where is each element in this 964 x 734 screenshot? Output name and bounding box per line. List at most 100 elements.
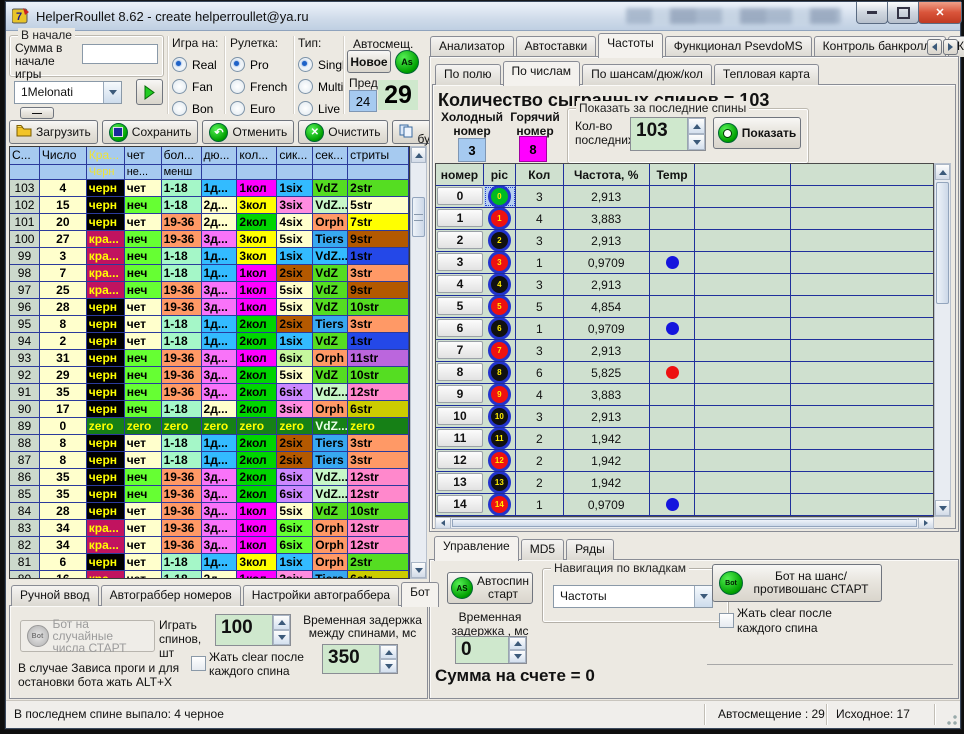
tabs-scroll-left-button[interactable] bbox=[927, 39, 942, 55]
freq-pic-cell[interactable]: 12 bbox=[484, 450, 516, 471]
scroll-thumb[interactable] bbox=[452, 519, 917, 527]
dropdown-arrow[interactable] bbox=[694, 586, 712, 607]
scroll-thumb[interactable] bbox=[412, 197, 425, 237]
radio-option-pro[interactable]: Pro bbox=[230, 57, 292, 72]
table-row[interactable]: 8428чернчет19-363д...1кол5sixVdZ10str bbox=[10, 503, 409, 520]
freq-number-cell[interactable]: 14 bbox=[437, 495, 483, 513]
freq-number-cell[interactable]: 9 bbox=[437, 385, 483, 403]
table-row[interactable]: 8016кра...чет1-182д...1кол3sixTiers6str bbox=[10, 571, 409, 579]
freq-row[interactable]: 101032,913 bbox=[436, 406, 933, 428]
toolbar-button-3[interactable]: ✕Очистить bbox=[298, 120, 387, 144]
column-header-color[interactable]: Кра... bbox=[87, 147, 125, 165]
resize-grip[interactable] bbox=[947, 715, 957, 725]
title-bar[interactable]: 7 HelperRoullet 8.62 - create helperroul… bbox=[6, 2, 960, 31]
column-header-dozen[interactable]: дю... bbox=[202, 147, 238, 165]
tab-main-2[interactable]: Частоты bbox=[598, 33, 663, 58]
table-row[interactable]: 816чернчет1-181д...3кол1sixOrph2str bbox=[10, 554, 409, 571]
freq-row[interactable]: 131321,942 bbox=[436, 472, 933, 494]
table-row[interactable]: 888чернчет1-181д...2кол2sixTiers3str bbox=[10, 435, 409, 452]
freq-row[interactable]: 141410,9709 bbox=[436, 494, 933, 516]
count-last-stepper[interactable]: 103 bbox=[630, 117, 706, 151]
freq-number-cell[interactable]: 5 bbox=[437, 297, 483, 315]
freq-number-cell[interactable]: 3 bbox=[437, 253, 483, 271]
autoshift-new-button[interactable]: Новое bbox=[347, 50, 391, 73]
column-header-column[interactable]: кол... bbox=[237, 147, 277, 165]
tab-input-3[interactable]: Бот bbox=[401, 582, 439, 607]
dash-button[interactable]: — bbox=[20, 107, 54, 119]
tabs-scroll-right-button[interactable] bbox=[943, 39, 958, 55]
freq-number-cell[interactable]: 11 bbox=[437, 429, 483, 447]
freq-pic-cell[interactable]: 3 bbox=[484, 252, 516, 273]
preset-combobox[interactable]: 1Melonati bbox=[14, 81, 122, 104]
tab-freq-1[interactable]: По числам bbox=[503, 61, 581, 86]
tab-control-1[interactable]: MD5 bbox=[521, 539, 564, 560]
table-row[interactable]: 993кра...неч1-181д...3кол1sixVdZ...1str bbox=[10, 248, 409, 265]
autospin-start-button[interactable]: AS Автоспин старт bbox=[447, 572, 533, 604]
freq-pic-cell[interactable]: 10 bbox=[484, 406, 516, 427]
delay-stepper[interactable]: 0 bbox=[455, 636, 527, 664]
play-button[interactable] bbox=[136, 79, 163, 105]
scroll-up-button[interactable] bbox=[411, 147, 426, 163]
freq-number-cell[interactable]: 8 bbox=[437, 363, 483, 381]
table-row[interactable]: 9331черннеч19-363д...1кол6sixOrph11str bbox=[10, 350, 409, 367]
scroll-down-button[interactable] bbox=[411, 562, 426, 578]
stepper-down[interactable] bbox=[380, 659, 397, 673]
column-header-parity[interactable]: чет bbox=[125, 147, 162, 165]
tab-control-2[interactable]: Ряды bbox=[566, 539, 614, 560]
clear-after-spin-checkbox[interactable] bbox=[719, 613, 734, 628]
start-sum-input[interactable] bbox=[82, 44, 158, 64]
table-row[interactable]: 8234кра...чет19-363д...1кол6sixOrph12str bbox=[10, 537, 409, 554]
toolbar-button-2[interactable]: ↶Отменить bbox=[202, 120, 294, 144]
stepper-up[interactable] bbox=[273, 615, 290, 630]
toolbar-button-0[interactable]: Загрузить bbox=[9, 120, 98, 144]
tab-freq-0[interactable]: По полю bbox=[435, 64, 501, 85]
freq-row[interactable]: 8865,825 bbox=[436, 362, 933, 384]
freq-row[interactable]: 9943,883 bbox=[436, 384, 933, 406]
radio-option-french[interactable]: French bbox=[230, 79, 292, 94]
stepper-up[interactable] bbox=[509, 637, 526, 650]
scroll-thumb[interactable] bbox=[936, 182, 949, 304]
freq-pic-cell[interactable]: 11 bbox=[484, 428, 516, 449]
scroll-right-button[interactable] bbox=[918, 518, 933, 528]
table-row[interactable]: 8334кра...чет19-363д...1кол6sixOrph12str bbox=[10, 520, 409, 537]
tab-navigation-dropdown[interactable]: Частоты bbox=[553, 585, 713, 608]
table-row[interactable]: 9135черннеч19-363д...2кол6sixVdZ...12str bbox=[10, 384, 409, 401]
table-row[interactable]: 942чернчет1-181д...2кол1sixVdZ1str bbox=[10, 333, 409, 350]
freq-row[interactable]: 3310,9709 bbox=[436, 252, 933, 274]
autoshift-as-icon[interactable]: As bbox=[395, 50, 419, 74]
preset-combobox-arrow[interactable] bbox=[103, 82, 121, 103]
freq-pic-cell[interactable]: 5 bbox=[484, 296, 516, 317]
freq-pic-cell[interactable]: 8 bbox=[484, 362, 516, 383]
tab-main-3[interactable]: Функционал PsevdoMS bbox=[665, 36, 812, 57]
freq-pic-cell[interactable]: 9 bbox=[484, 384, 516, 405]
freq-number-cell[interactable]: 13 bbox=[437, 473, 483, 491]
freq-number-cell[interactable]: 4 bbox=[437, 275, 483, 293]
freq-row[interactable]: 1143,883 bbox=[436, 208, 933, 230]
stepper-down[interactable] bbox=[688, 134, 705, 150]
freq-row[interactable]: 6610,9709 bbox=[436, 318, 933, 340]
close-button[interactable]: ✕ bbox=[918, 2, 962, 24]
freq-row[interactable]: 2232,913 bbox=[436, 230, 933, 252]
table-row[interactable]: 890zerozerozerozerozerozeroVdZ...zero bbox=[10, 418, 409, 435]
stepper-up[interactable] bbox=[380, 645, 397, 659]
column-header-sector[interactable]: сек... bbox=[313, 147, 348, 165]
toolbar-button-1[interactable]: Сохранить bbox=[102, 120, 199, 144]
freq-pic-cell[interactable]: 0 bbox=[484, 186, 516, 207]
frequency-table-hscrollbar[interactable] bbox=[435, 517, 934, 529]
column-header-number[interactable]: Число bbox=[40, 147, 87, 165]
column-header-sixline[interactable]: сик... bbox=[277, 147, 313, 165]
freq-row[interactable]: 0032,913 bbox=[436, 186, 933, 208]
freq-number-cell[interactable]: 12 bbox=[437, 451, 483, 469]
spins-table-scrollbar[interactable] bbox=[410, 146, 427, 579]
table-row[interactable]: 8635черннеч19-363д...2кол6sixVdZ...12str bbox=[10, 469, 409, 486]
clear-after-spin-checkbox[interactable] bbox=[191, 656, 206, 671]
tab-freq-3[interactable]: Тепловая карта bbox=[714, 64, 819, 85]
freq-pic-cell[interactable]: 14 bbox=[484, 494, 516, 515]
table-row[interactable]: 9229черннеч19-363д...2кол5sixVdZ10str bbox=[10, 367, 409, 384]
stepper-down[interactable] bbox=[273, 630, 290, 645]
freq-pic-cell[interactable]: 1 bbox=[484, 208, 516, 229]
freq-row[interactable]: 4432,913 bbox=[436, 274, 933, 296]
tab-main-1[interactable]: Автоставки bbox=[516, 36, 597, 57]
freq-row[interactable]: 111121,942 bbox=[436, 428, 933, 450]
table-row[interactable]: 10027кра...неч19-363д...3кол5sixTiers9st… bbox=[10, 231, 409, 248]
